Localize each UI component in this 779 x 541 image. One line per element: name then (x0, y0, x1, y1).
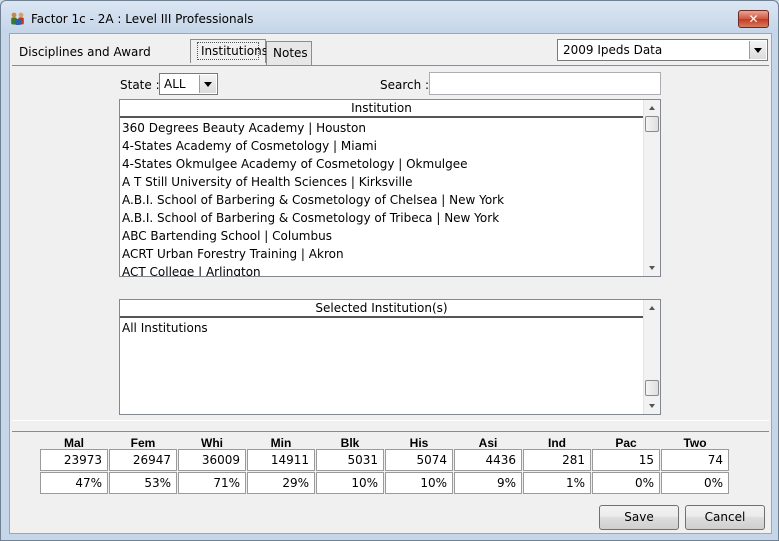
scroll-up-icon[interactable] (644, 300, 660, 316)
title-bar[interactable]: Factor 1c - 2A : Level III Professionals… (1, 1, 778, 35)
scroll-thumb[interactable] (645, 116, 659, 132)
stat-value: 23973 (40, 449, 108, 471)
stat-value: 5074 (385, 449, 453, 471)
stat-percent: 0% (661, 472, 729, 494)
save-button[interactable]: Save (599, 505, 679, 530)
chevron-down-icon[interactable] (749, 41, 766, 59)
client-area: Disciplines and Award Levels Institution… (9, 33, 772, 534)
stat-percent: 1% (523, 472, 591, 494)
list-item[interactable]: A.B.I. School of Barbering & Cosmetology… (120, 209, 643, 227)
stat-percent: 53% (109, 472, 177, 494)
stat-percent: 47% (40, 472, 108, 494)
institution-list-body: 360 Degrees Beauty Academy | Houston 4-S… (120, 119, 643, 276)
list-item[interactable]: A.B.I. School of Barbering & Cosmetology… (120, 191, 643, 209)
chevron-down-icon[interactable] (199, 75, 216, 93)
list-item[interactable]: ACT College | Arlington (120, 263, 643, 276)
search-label: Search : (380, 78, 430, 92)
stat-percent: 9% (454, 472, 522, 494)
stat-value: 15 (592, 449, 660, 471)
stat-percent: 29% (247, 472, 315, 494)
stat-percent: 71% (178, 472, 246, 494)
stat-label: Pac (615, 436, 637, 450)
stat-label: Ind (548, 436, 566, 450)
state-select-value: ALL (164, 77, 186, 91)
tab-strip: Disciplines and Award Levels Institution… (10, 34, 771, 81)
close-icon: ✕ (748, 12, 759, 26)
list-item[interactable]: 4-States Okmulgee Academy of Cosmetology… (120, 155, 643, 173)
stat-label: Blk (340, 436, 360, 450)
list-item[interactable]: A T Still University of Health Sciences … (120, 173, 643, 191)
dataset-select-value: 2009 Ipeds Data (563, 43, 663, 57)
tab-disciplines[interactable]: Disciplines and Award Levels (13, 41, 189, 81)
list-item[interactable]: ACRT Urban Forestry Training | Akron (120, 245, 643, 263)
stat-value: 14911 (247, 449, 315, 471)
scroll-down-icon[interactable] (644, 398, 660, 414)
tab-notes[interactable]: Notes (266, 41, 312, 65)
app-people-icon (10, 12, 26, 26)
window-title: Factor 1c - 2A : Level III Professionals (31, 12, 254, 26)
stat-label: His (409, 436, 429, 450)
scroll-up-icon[interactable] (644, 100, 660, 116)
institutions-panel: State : ALL Search : Institution 360 Deg… (12, 65, 769, 421)
state-select[interactable]: ALL (159, 73, 218, 95)
stat-value: 4436 (454, 449, 522, 471)
tab-institutions[interactable]: Institutions (190, 39, 268, 63)
cancel-button[interactable]: Cancel (685, 505, 765, 530)
app-window: Factor 1c - 2A : Level III Professionals… (0, 0, 779, 541)
tab-institutions-label: Institutions (197, 42, 268, 60)
stat-label: Asi (478, 436, 498, 450)
stat-label: Two (683, 436, 707, 450)
search-input[interactable] (429, 72, 661, 95)
demographics-stats: Mal 23973 47% Fem 26947 53% Whi 36009 71… (12, 431, 769, 495)
selected-list-header[interactable]: Selected Institution(s) (120, 300, 643, 318)
stat-label: Whi (201, 436, 223, 450)
stat-percent: 10% (385, 472, 453, 494)
selected-list-body: All Institutions (120, 319, 643, 414)
stat-value: 36009 (178, 449, 246, 471)
close-button[interactable]: ✕ (738, 10, 769, 28)
institution-list-scrollbar[interactable] (643, 100, 660, 276)
list-item[interactable]: 4-States Academy of Cosmetology | Miami (120, 137, 643, 155)
stat-value: 281 (523, 449, 591, 471)
state-label: State : (120, 78, 160, 92)
list-item[interactable]: All Institutions (120, 319, 643, 337)
stat-value: 5031 (316, 449, 384, 471)
stat-label: Min (270, 436, 292, 450)
dataset-select[interactable]: 2009 Ipeds Data (557, 39, 768, 61)
stat-percent: 0% (592, 472, 660, 494)
institution-list-header[interactable]: Institution (120, 100, 643, 118)
stat-value: 26947 (109, 449, 177, 471)
list-item[interactable]: 360 Degrees Beauty Academy | Houston (120, 119, 643, 137)
stat-label: Mal (63, 436, 84, 450)
stat-value: 74 (661, 449, 729, 471)
institution-list[interactable]: Institution 360 Degrees Beauty Academy |… (119, 99, 661, 277)
scroll-down-icon[interactable] (644, 260, 660, 276)
stat-label: Fem (130, 436, 156, 450)
selected-institution-list[interactable]: Selected Institution(s) All Institutions (119, 299, 661, 415)
list-item[interactable]: ABC Bartending School | Columbus (120, 227, 643, 245)
selected-list-scrollbar[interactable] (643, 300, 660, 414)
stat-percent: 10% (316, 472, 384, 494)
scroll-thumb[interactable] (645, 380, 659, 396)
